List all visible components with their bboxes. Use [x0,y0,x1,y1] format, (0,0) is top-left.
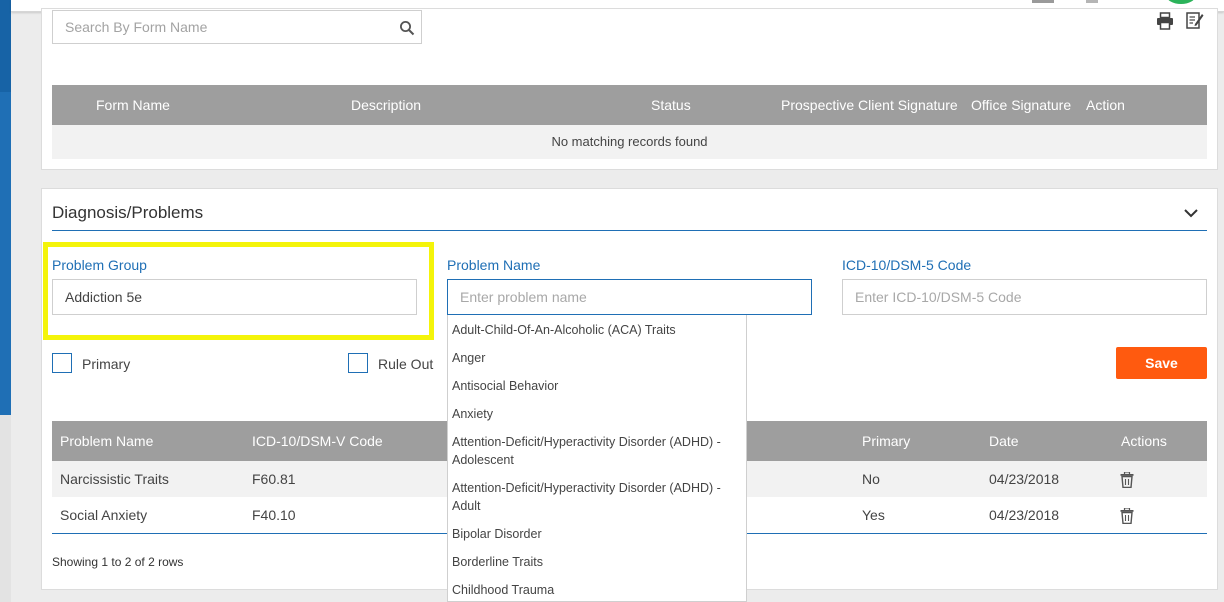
column-header-action[interactable]: Action [1086,97,1125,113]
dropdown-option[interactable]: Attention-Deficit/Hyperactivity Disorder… [452,433,742,469]
section-title: Diagnosis/Problems [52,203,204,222]
problem-name-label: Problem Name [447,257,541,273]
left-nav-rail-top [0,0,11,92]
dropdown-option-text: Adolescent [452,453,514,467]
problem-name-cell: Social Anxiety [60,507,148,523]
column-header-office-signature[interactable]: Office Signature [971,97,1071,113]
dropdown-option-text: Anxiety [452,407,493,421]
rule-out-checkbox-label: Rule Out [378,356,434,372]
date-cell: 04/23/2018 [989,471,1060,487]
column-header-status[interactable]: Status [651,97,691,113]
trash-icon[interactable] [1120,472,1134,488]
icd-code-cell: F40.10 [252,507,296,523]
dropdown-option-text: Attention-Deficit/Hyperactivity Disorder… [452,435,721,449]
search-icon[interactable] [399,20,415,36]
column-header-primary[interactable]: Primary [862,433,910,449]
print-icon[interactable] [1156,12,1174,30]
column-header-problem-name[interactable]: Problem Name [60,433,153,449]
form-search-input[interactable] [53,11,383,43]
icd-code-cell: F60.81 [252,471,296,487]
left-nav-rail-gap [0,415,11,602]
problem-name-dropdown: Adult-Child-Of-An-Alcoholic (ACA) Traits… [447,315,747,602]
dropdown-option-text: Anger [452,351,486,365]
primary-checkbox[interactable] [52,353,72,373]
top-bar-icon[interactable] [1032,0,1054,3]
save-button[interactable]: Save [1116,347,1207,379]
icd-code-input[interactable] [842,279,1207,315]
dropdown-option-text: Adult-Child-Of-An-Alcoholic (ACA) Traits [452,323,676,337]
chevron-down-icon[interactable] [1183,205,1199,221]
rule-out-checkbox[interactable] [348,353,368,373]
dropdown-option-text: Childhood Trauma [452,583,555,597]
column-header-icd-code[interactable]: ICD-10/DSM-V Code [252,433,383,449]
column-header-date[interactable]: Date [989,433,1019,449]
column-header-actions[interactable]: Actions [1121,433,1167,449]
dropdown-option[interactable]: Bipolar Disorder [452,525,742,543]
top-bar-icon[interactable] [1086,0,1098,3]
section-divider [52,230,1207,231]
left-nav-rail [0,0,11,602]
primary-checkbox-label: Primary [82,356,131,372]
dropdown-option-text: Bipolar Disorder [452,527,542,541]
column-header-description[interactable]: Description [351,97,421,113]
dropdown-option-text: Attention-Deficit/Hyperactivity Disorder… [452,481,721,495]
column-header-prospective-client-signature[interactable]: Prospective Client Signature [781,97,958,113]
dropdown-option[interactable]: Anger [452,349,742,367]
column-header-form-name[interactable]: Form Name [96,97,170,113]
problem-name-cell: Narcissistic Traits [60,471,169,487]
pagination-summary: Showing 1 to 2 of 2 rows [52,555,184,569]
dropdown-option[interactable]: Attention-Deficit/Hyperactivity Disorder… [452,479,742,515]
icd-code-label: ICD-10/DSM-5 Code [842,257,972,273]
forms-table-header: Form Name Description Status Prospective… [52,85,1207,125]
date-cell: 04/23/2018 [989,507,1060,523]
dropdown-option[interactable]: Borderline Traits [452,553,742,571]
form-search-box [52,10,422,44]
forms-empty-message: No matching records found [52,125,1207,159]
dropdown-option[interactable]: Adult-Child-Of-An-Alcoholic (ACA) Traits [452,321,742,339]
highlight-box [43,242,434,340]
problem-name-input[interactable] [447,279,812,315]
primary-cell: No [862,471,880,487]
trash-icon[interactable] [1120,508,1134,524]
primary-cell: Yes [862,507,885,523]
dropdown-option-text: Antisocial Behavior [452,379,559,393]
dropdown-option[interactable]: Anxiety [452,405,742,423]
dropdown-option-text: Adult [452,499,481,513]
dropdown-option[interactable]: Childhood Trauma [452,581,742,599]
dropdown-option-text: Borderline Traits [452,555,544,569]
edit-icon[interactable] [1186,11,1204,29]
dropdown-option[interactable]: Antisocial Behavior [452,377,742,395]
